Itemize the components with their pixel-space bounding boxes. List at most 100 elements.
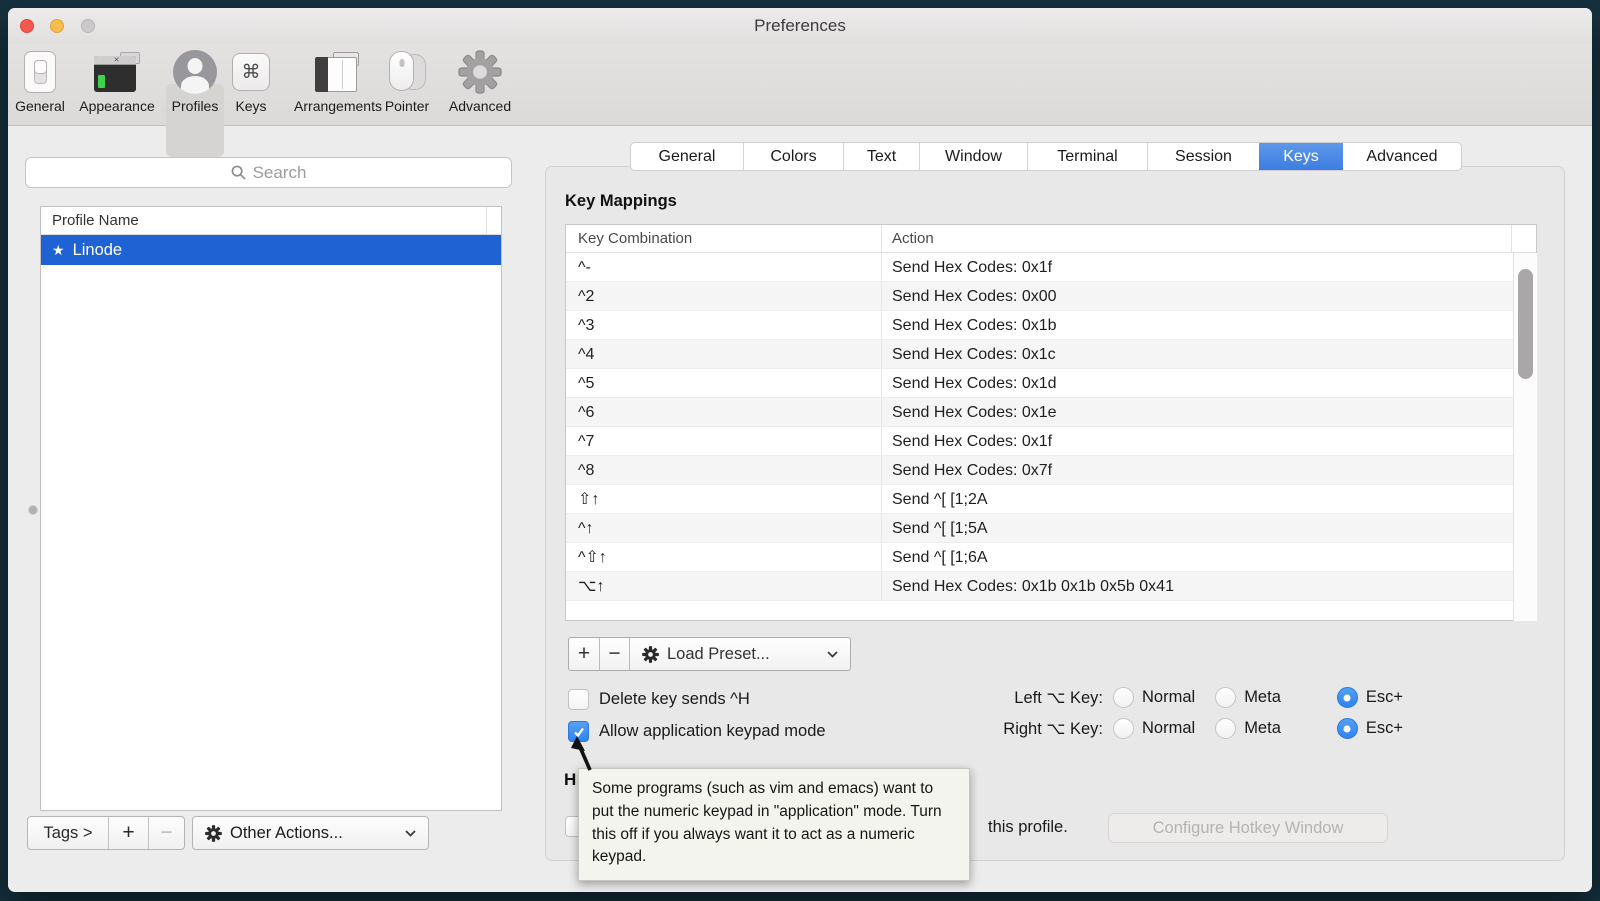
key-cell: ^⇧↑ xyxy=(566,543,882,571)
search-icon xyxy=(231,165,246,180)
profile-list: Profile Name ★ Linode xyxy=(40,206,502,811)
action-cell: Send Hex Codes: 0x1f xyxy=(882,253,1513,281)
remove-profile-button[interactable]: − xyxy=(148,817,184,849)
table-row[interactable]: ^7Send Hex Codes: 0x1f xyxy=(566,427,1513,456)
checkbox-label: Allow application keypad mode xyxy=(599,722,826,741)
key-mappings-table: Key Combination Action ^-Send Hex Codes:… xyxy=(565,224,1537,621)
toolbar-item-advanced[interactable]: Advanced xyxy=(420,48,540,114)
table-row[interactable]: ^⇧↑Send ^[ [1;6A xyxy=(566,543,1513,572)
preferences-window: Preferences General ✕ Appearance Profile… xyxy=(8,8,1592,892)
radio-label: Esc+ xyxy=(1366,719,1403,738)
key-cell: ^5 xyxy=(566,369,882,397)
profile-name: Linode xyxy=(73,241,123,260)
radio-label: Normal xyxy=(1142,719,1195,738)
key-cell: ^3 xyxy=(566,311,882,339)
tab-general[interactable]: General xyxy=(631,143,743,170)
scrollbar-thumb[interactable] xyxy=(1518,269,1533,379)
search-placeholder: Search xyxy=(253,163,307,183)
radio-label: Esc+ xyxy=(1366,688,1403,707)
toggle-switch-icon xyxy=(24,51,56,93)
radio-meta[interactable] xyxy=(1215,718,1236,739)
tags-button[interactable]: Tags > xyxy=(28,817,108,849)
table-scrollbar[interactable] xyxy=(1513,253,1537,621)
key-cell: ^- xyxy=(566,253,882,281)
table-row[interactable]: ^4Send Hex Codes: 0x1c xyxy=(566,340,1513,369)
key-cell: ^4 xyxy=(566,340,882,368)
radio-meta[interactable] xyxy=(1215,687,1236,708)
key-cell: ^↑ xyxy=(566,514,882,542)
radio-label: Meta xyxy=(1244,688,1281,707)
close-button[interactable] xyxy=(20,19,34,33)
configure-hotkey-window-button[interactable]: Configure Hotkey Window xyxy=(1108,813,1388,843)
left-option-key-row: Left ⌥ Key: Normal Meta Esc+ xyxy=(991,687,1403,708)
table-rows: ^-Send Hex Codes: 0x1f ^2Send Hex Codes:… xyxy=(566,253,1513,601)
scrollbar-column-header xyxy=(1512,225,1536,252)
key-cell: ^7 xyxy=(566,427,882,455)
profile-actions-group: Tags > + − xyxy=(27,816,185,850)
table-row[interactable]: ⇧↑Send ^[ [1;2A xyxy=(566,485,1513,514)
radio-esc-selected[interactable] xyxy=(1337,718,1358,739)
add-mapping-button[interactable]: + xyxy=(569,638,599,670)
key-cell: ⌥↑ xyxy=(566,572,882,600)
preferences-toolbar: General ✕ Appearance Profiles ⌘ Keys Arr… xyxy=(8,44,1592,126)
table-row[interactable]: ^-Send Hex Codes: 0x1f xyxy=(566,253,1513,282)
mouse-cursor-icon xyxy=(570,736,596,774)
tab-keys[interactable]: Keys xyxy=(1259,143,1343,170)
tab-terminal[interactable]: Terminal xyxy=(1027,143,1147,170)
tab-advanced[interactable]: Advanced xyxy=(1343,143,1461,170)
command-key-icon: ⌘ xyxy=(232,53,270,91)
action-column-header[interactable]: Action xyxy=(882,225,1512,252)
table-row[interactable]: ^6Send Hex Codes: 0x1e xyxy=(566,398,1513,427)
tab-text[interactable]: Text xyxy=(843,143,919,170)
table-row[interactable]: ^3Send Hex Codes: 0x1b xyxy=(566,311,1513,340)
action-cell: Send ^[ [1;6A xyxy=(882,543,1513,571)
tab-session[interactable]: Session xyxy=(1147,143,1259,170)
action-cell: Send Hex Codes: 0x1b xyxy=(882,311,1513,339)
profile-tabbar: General Colors Text Window Terminal Sess… xyxy=(630,142,1462,171)
tab-window[interactable]: Window xyxy=(919,143,1027,170)
other-actions-dropdown[interactable]: Other Actions... xyxy=(192,816,429,850)
hotkey-profile-text: this profile. xyxy=(988,818,1068,837)
chevron-down-icon xyxy=(405,830,416,837)
add-profile-button[interactable]: + xyxy=(108,817,148,849)
radio-normal[interactable] xyxy=(1113,718,1134,739)
keypad-mode-checkbox-row[interactable]: Allow application keypad mode xyxy=(568,721,826,742)
other-actions-label: Other Actions... xyxy=(230,824,343,843)
table-row[interactable]: ^2Send Hex Codes: 0x00 xyxy=(566,282,1513,311)
key-cell: ⇧↑ xyxy=(566,485,882,513)
zoom-button[interactable] xyxy=(81,19,95,33)
checkbox-label: Delete key sends ^H xyxy=(599,690,750,709)
table-row[interactable]: ^5Send Hex Codes: 0x1d xyxy=(566,369,1513,398)
load-preset-dropdown[interactable]: Load Preset... xyxy=(629,638,850,670)
gear-icon xyxy=(642,646,659,663)
terminal-window-icon: ✕ xyxy=(94,52,140,92)
action-cell: Send Hex Codes: 0x1e xyxy=(882,398,1513,426)
tab-colors[interactable]: Colors xyxy=(743,143,843,170)
profile-row-linode[interactable]: ★ Linode xyxy=(41,235,501,265)
pane-resize-handle[interactable] xyxy=(28,505,38,515)
profile-name-column-header: Profile Name xyxy=(41,212,139,229)
delete-key-checkbox-row[interactable]: Delete key sends ^H xyxy=(568,689,750,710)
search-input[interactable]: Search xyxy=(25,157,512,188)
radio-normal[interactable] xyxy=(1113,687,1134,708)
key-combination-column-header[interactable]: Key Combination xyxy=(566,225,882,252)
checkbox-unchecked[interactable] xyxy=(568,689,589,710)
right-option-key-label: Right ⌥ Key: xyxy=(978,719,1103,739)
titlebar: Preferences xyxy=(8,8,1592,44)
keypad-mode-tooltip: Some programs (such as vim and emacs) wa… xyxy=(578,768,970,881)
table-row[interactable]: ^8Send Hex Codes: 0x7f xyxy=(566,456,1513,485)
action-cell: Send Hex Codes: 0x1c xyxy=(882,340,1513,368)
radio-esc-selected[interactable] xyxy=(1337,687,1358,708)
gear-icon xyxy=(205,825,222,842)
action-cell: Send Hex Codes: 0x1d xyxy=(882,369,1513,397)
key-cell: ^8 xyxy=(566,456,882,484)
table-row[interactable]: ^↑Send ^[ [1;5A xyxy=(566,514,1513,543)
column-divider xyxy=(486,207,487,234)
key-cell: ^6 xyxy=(566,398,882,426)
toolbar-item-label: Advanced xyxy=(420,98,540,114)
action-cell: Send ^[ [1;2A xyxy=(882,485,1513,513)
minimize-button[interactable] xyxy=(50,19,64,33)
table-row[interactable]: ⌥↑Send Hex Codes: 0x1b 0x1b 0x5b 0x41 xyxy=(566,572,1513,601)
profile-list-header[interactable]: Profile Name xyxy=(41,207,501,235)
remove-mapping-button[interactable]: − xyxy=(599,638,629,670)
